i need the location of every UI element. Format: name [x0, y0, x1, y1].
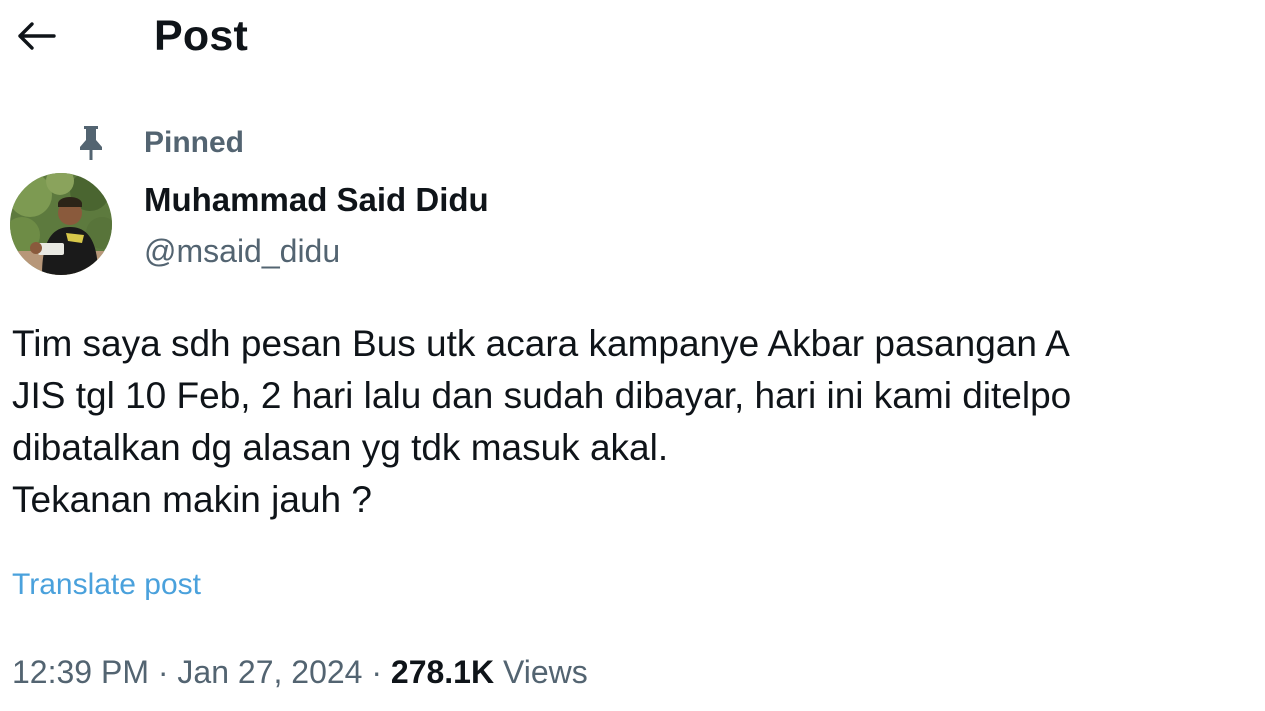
post-time[interactable]: 12:39 PM [12, 654, 149, 690]
translate-post-link[interactable]: Translate post [12, 566, 201, 604]
post-text-line: dibatalkan dg alasan yg tdk masuk akal. [12, 427, 669, 468]
post-text-line: Tekanan makin jauh ? [12, 479, 372, 520]
post-text-line: Tim saya sdh pesan Bus utk acara kampany… [12, 323, 1070, 364]
pinned-label: Pinned [144, 126, 245, 159]
pin-icon [80, 126, 102, 160]
meta-separator: · [362, 654, 391, 690]
post-meta: 12:39 PM · Jan 27, 2024 · 278.1K Views [12, 651, 588, 693]
post-date[interactable]: Jan 27, 2024 [177, 654, 362, 690]
page-title: Post [154, 12, 248, 60]
arrow-left-icon [18, 22, 56, 50]
post-text-line: JIS tgl 10 Feb, 2 hari lalu dan sudah di… [12, 375, 1072, 416]
author-name[interactable]: Muhammad Said Didu [144, 180, 489, 220]
author-handle[interactable]: @msaid_didu [144, 231, 340, 271]
meta-separator: · [148, 654, 178, 690]
avatar[interactable] [10, 173, 112, 275]
post-text: Tim saya sdh pesan Bus utk acara kampany… [12, 318, 1265, 526]
views-label: Views [494, 654, 588, 690]
views-count: 278.1K [390, 654, 495, 690]
back-button[interactable] [14, 14, 58, 58]
post-page: Post Pinned Muhammad Said Didu @msaid_di… [0, 0, 1265, 711]
